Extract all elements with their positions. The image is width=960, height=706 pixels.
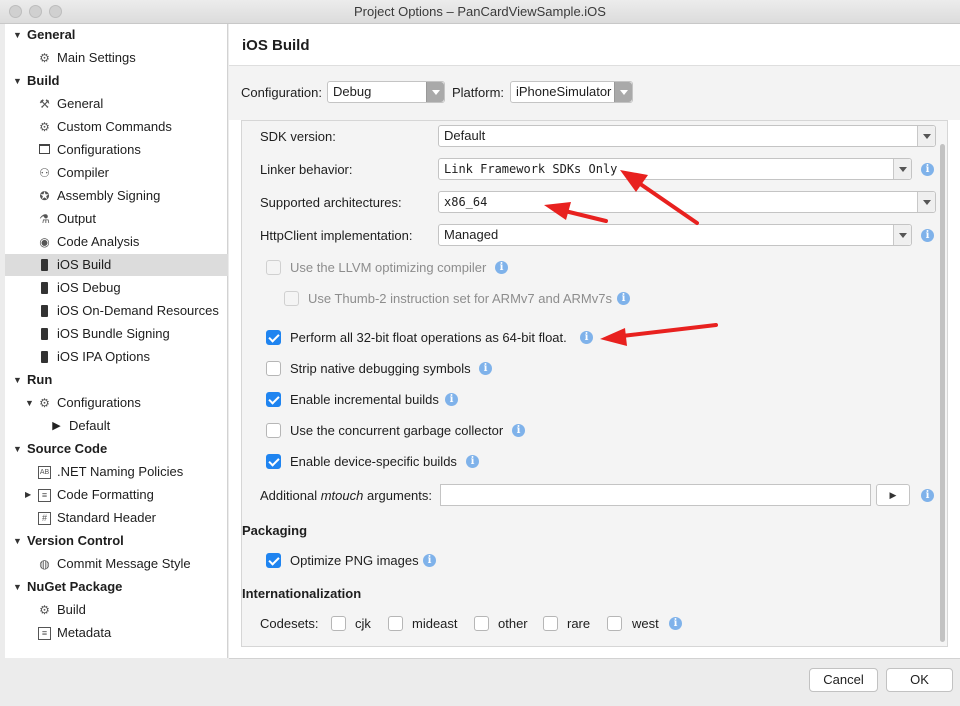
annotation-arrow-float: [600, 323, 718, 346]
annotation-arrow-linker: [620, 170, 699, 225]
ok-button[interactable]: OK: [886, 668, 953, 692]
sidebar-footer: [5, 658, 228, 706]
cancel-button[interactable]: Cancel: [809, 668, 878, 692]
annotation-arrows: [544, 170, 718, 346]
annotation-arrow-architectures: [544, 202, 608, 223]
